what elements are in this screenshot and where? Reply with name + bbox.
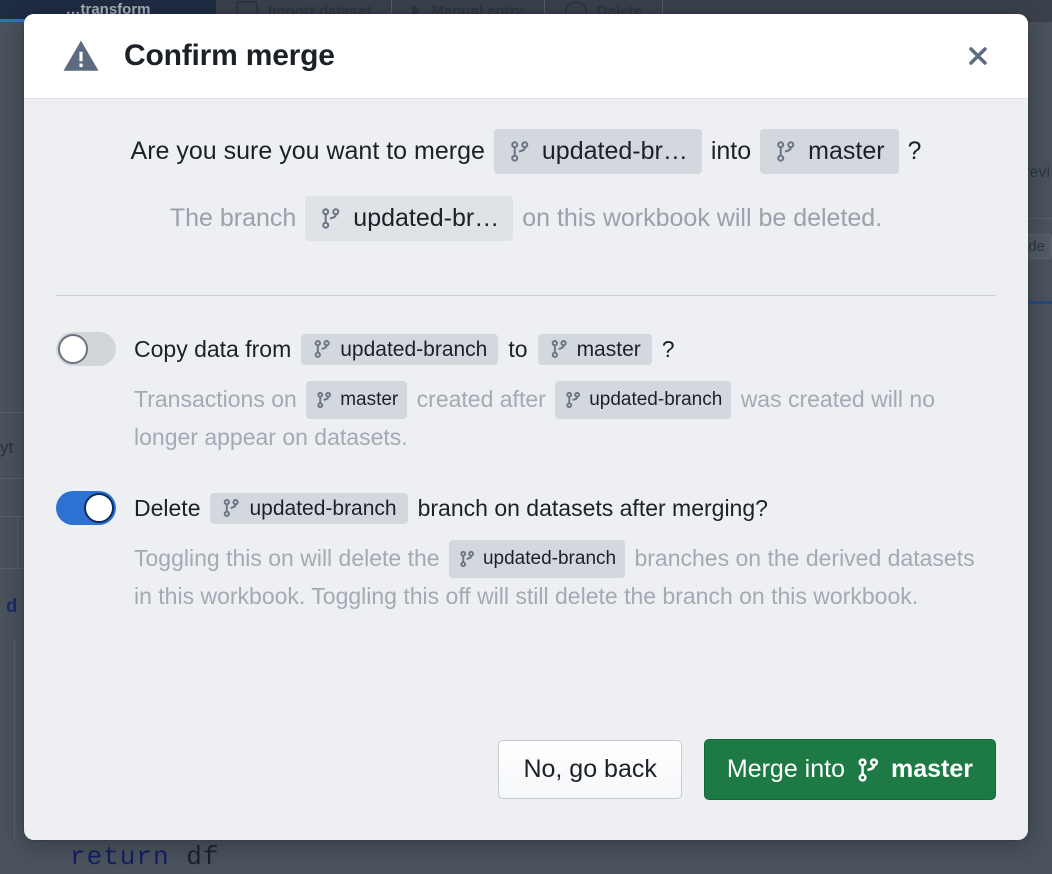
- delete-branch-source-branch-label: updated-branch: [249, 496, 397, 520]
- source-branch-tag: updated-br…: [493, 129, 702, 174]
- confirm-merge-dialog: Confirm merge Are you sure you want to m…: [24, 14, 1028, 840]
- delete-branch-source-branch-tag: updated-branch: [210, 492, 408, 524]
- delete-branch-lead-label: Delete: [134, 494, 201, 521]
- git-branch-icon: [551, 340, 567, 358]
- copy-data-desc-branch-1-label: master: [340, 389, 399, 411]
- copy-data-source-branch-tag: updated-branch: [301, 333, 499, 365]
- merge-subtext: The branch updated-br… on this workbook …: [56, 196, 996, 241]
- copy-data-desc-branch-2-label: updated-branch: [589, 389, 723, 411]
- git-branch-icon: [566, 391, 581, 409]
- delete-branch-desc-branch-tag: updated-branch: [448, 540, 626, 578]
- git-branch-icon: [314, 340, 330, 358]
- page-title: Confirm merge: [124, 39, 335, 72]
- copy-data-suffix-label: ?: [661, 335, 675, 362]
- option-delete-branch-description: Toggling this on will delete the updated…: [134, 540, 996, 614]
- copy-data-toggle[interactable]: [56, 332, 116, 366]
- git-branch-icon: [777, 141, 795, 162]
- background-code-line: return df: [70, 842, 219, 872]
- background-rule: [14, 640, 15, 840]
- delete-branch-toggle[interactable]: [56, 491, 116, 526]
- target-branch-label: master: [808, 137, 885, 165]
- copy-data-source-branch-label: updated-branch: [340, 337, 488, 361]
- delete-branch-desc-part1: Toggling this on will delete the: [134, 545, 440, 572]
- background-def-keyword: d: [6, 596, 18, 618]
- background-code-identifier: df: [186, 842, 220, 872]
- option-delete-branch-head: Delete updated-branch branch on datasets…: [56, 491, 996, 526]
- background-rule: [17, 516, 18, 568]
- background-code-keyword: return: [70, 842, 170, 872]
- source-branch-label: updated-br…: [541, 137, 688, 165]
- copy-data-desc-part1: Transactions on: [134, 386, 297, 412]
- copy-data-middle-label: to: [508, 335, 528, 362]
- section-divider: [56, 295, 996, 296]
- toggle-knob: [84, 493, 114, 524]
- copy-data-desc-branch-1-tag: master: [306, 381, 408, 419]
- background-preview-label: revi: [1024, 164, 1050, 181]
- close-icon[interactable]: [956, 34, 1000, 78]
- merge-question: Are you sure you want to merge updated-b…: [56, 129, 996, 174]
- target-branch-tag: master: [760, 129, 899, 174]
- copy-data-target-branch-tag: master: [537, 333, 652, 365]
- copy-data-desc-part2: created after: [416, 386, 546, 412]
- background-rule: [0, 568, 24, 569]
- cancel-button[interactable]: No, go back: [498, 740, 682, 799]
- background-rule: [0, 412, 24, 413]
- copy-data-desc-branch-2-tag: updated-branch: [555, 381, 732, 419]
- subtext-branch-tag: updated-br…: [305, 196, 514, 241]
- background-rule: [0, 478, 24, 479]
- merge-question-middle: into: [710, 137, 752, 165]
- confirm-merge-branch-label: master: [891, 755, 973, 783]
- copy-data-target-branch-label: master: [576, 337, 641, 361]
- option-copy-data-description: Transactions on master created after upd…: [134, 381, 996, 455]
- git-branch-icon: [322, 208, 340, 229]
- background-rule: [0, 516, 24, 517]
- option-delete-branch: Delete updated-branch branch on datasets…: [56, 491, 996, 614]
- delete-branch-desc-branch-label: updated-branch: [482, 548, 617, 570]
- confirm-merge-button[interactable]: Merge into master: [703, 739, 996, 800]
- dialog-header: Confirm merge: [24, 14, 1028, 99]
- dialog-footer: No, go back Merge into master: [24, 739, 1028, 840]
- warning-triangle-icon: [60, 35, 102, 77]
- toggle-knob: [58, 334, 88, 364]
- git-branch-icon: [511, 141, 529, 162]
- git-branch-icon: [224, 499, 240, 518]
- merge-question-prefix: Are you sure you want to merge: [130, 137, 485, 165]
- git-branch-icon: [460, 551, 474, 568]
- merge-subtext-suffix: on this workbook will be deleted.: [522, 204, 883, 232]
- option-copy-data: Copy data from updated-branch to master …: [56, 332, 996, 455]
- delete-branch-middle-label: branch on datasets after merging?: [417, 494, 768, 521]
- subtext-branch-label: updated-br…: [353, 204, 500, 232]
- merge-question-suffix: ?: [907, 137, 922, 165]
- background-python-label: yt: [0, 438, 14, 457]
- option-copy-data-head: Copy data from updated-branch to master …: [56, 332, 996, 366]
- git-branch-icon: [317, 391, 332, 409]
- copy-data-lead-label: Copy data from: [134, 335, 292, 362]
- dialog-body: Are you sure you want to merge updated-b…: [24, 99, 1028, 739]
- merge-subtext-prefix: The branch: [169, 204, 297, 232]
- confirm-merge-prefix: Merge into: [726, 755, 845, 783]
- git-branch-icon: [858, 757, 879, 782]
